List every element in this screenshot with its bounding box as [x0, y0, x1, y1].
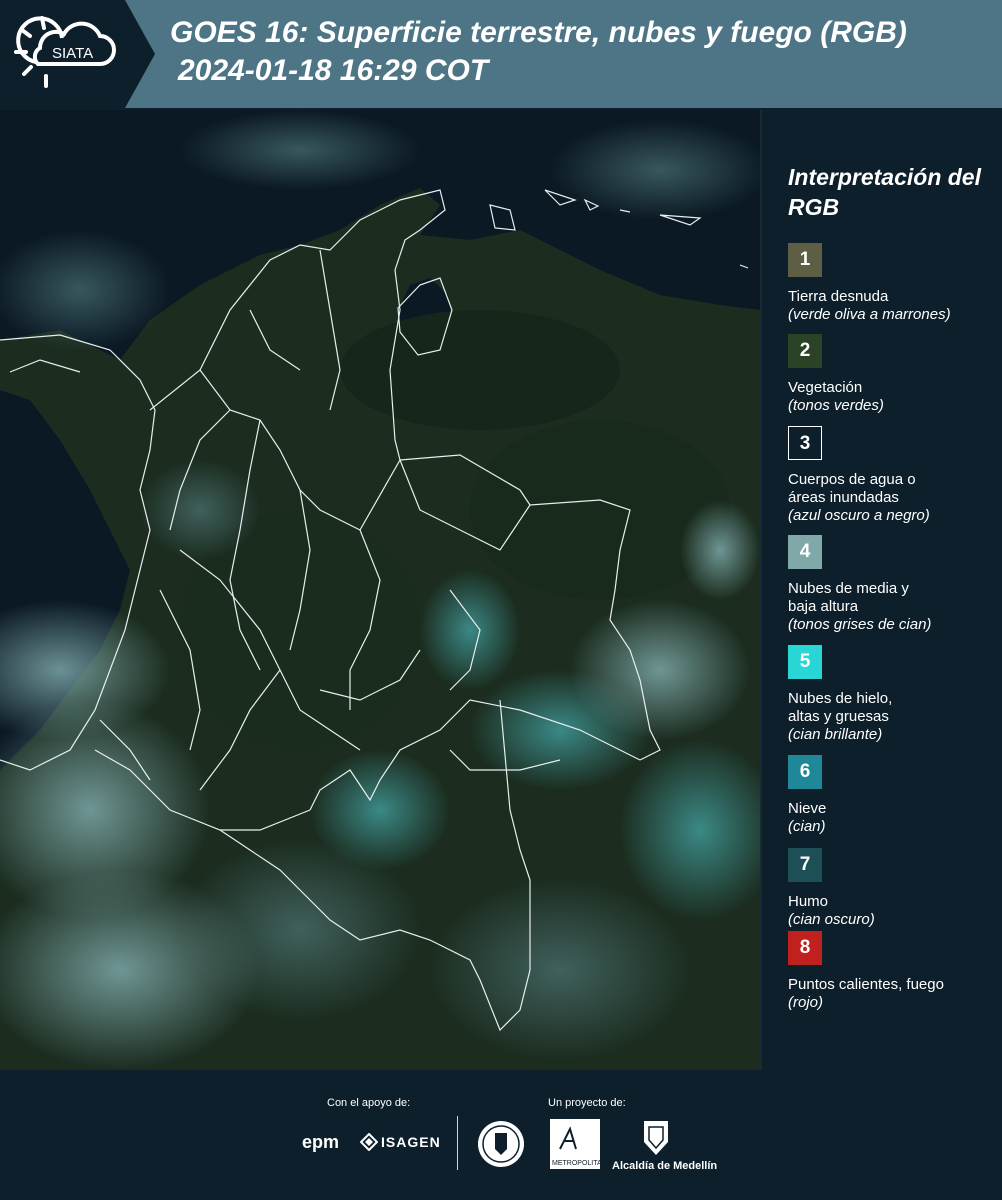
legend-label: Vegetación: [788, 379, 863, 396]
legend-panel: Interpretación del RGB 1 Tierra desnuda (v…: [762, 110, 1002, 1070]
title-line-1: GOES 16: Superficie terrestre, nubes y f…: [170, 16, 907, 49]
legend-description: (azul oscuro a negro): [788, 507, 930, 524]
legend-swatch: 3: [788, 426, 822, 460]
legend-swatch: 5: [788, 645, 822, 679]
legend-title: Interpretación del RGB: [788, 164, 981, 220]
legend-label: Nubes de hielo, altas y gruesas: [788, 690, 893, 725]
legend-item: 5 Nubes de hielo, altas y gruesas (cian br…: [788, 645, 998, 744]
legend-label: Tierra desnuda: [788, 288, 889, 305]
legend-swatch: 8: [788, 931, 822, 965]
legend-description: (cian brillante): [788, 726, 883, 743]
epm-logo: epm: [302, 1132, 340, 1152]
legend-label: Humo: [788, 893, 829, 910]
header: SIATA GOES 16: Superficie terrestre, nub…: [0, 0, 1002, 108]
legend-description: (rojo): [788, 994, 824, 1011]
logo-text: SIATA: [52, 45, 93, 62]
university-seal-icon: [478, 1121, 524, 1167]
legend-description: (cian): [788, 818, 826, 835]
legend-description: (tonos grises de cian): [788, 616, 932, 633]
legend-item: 3 Cuerpos de agua o áreas inundadas (azul …: [788, 426, 998, 525]
legend-label: Cuerpos de agua o áreas inundadas: [788, 471, 916, 506]
title-line-2: 2024-01-18 16:29 COT: [178, 54, 489, 87]
logo-background: SIATA: [0, 0, 155, 108]
legend-item: 2 Vegetación (tonos verdes): [788, 334, 998, 415]
satellite-map[interactable]: [0, 110, 762, 1070]
medellin-seal-icon: [644, 1121, 668, 1155]
legend-description: (tonos verdes): [788, 397, 884, 414]
alcaldia-medellin: Alcaldía de Medellín: [612, 1160, 718, 1172]
footer: Con el apoyo de: Un proyecto de: epm ISA…: [0, 1070, 1002, 1200]
map-canvas: [0, 110, 760, 1070]
legend-item: 8 Puntos calientes, fuego (rojo): [788, 931, 998, 1012]
legend-description: (verde oliva a marrones): [788, 306, 951, 323]
legend-label: Puntos calientes, fuego: [788, 976, 944, 993]
legend-swatch: 1: [788, 243, 822, 277]
legend-description: (cian oscuro): [788, 911, 875, 928]
legend-item: 6 Nieve (cian): [788, 755, 998, 836]
page-title: GOES 16: Superficie terrestre, nubes y f…: [170, 14, 1000, 90]
legend-swatch: 2: [788, 334, 822, 368]
siata-logo: SIATA: [0, 0, 155, 108]
area-metropolitana-sub: METROPOLITANA: [552, 1160, 612, 1167]
legend-label: Nieve: [788, 800, 827, 817]
isagen-logo: ISAGEN: [381, 1134, 441, 1150]
legend-item: 1 Tierra desnuda (verde oliva a marrones): [788, 243, 998, 324]
legend-item: 4 Nubes de media y baja altura (tonos gris…: [788, 535, 998, 634]
isagen-icon: [360, 1133, 378, 1151]
support-label: Con el apoyo de:: [327, 1097, 411, 1109]
footer-divider: [457, 1116, 458, 1170]
legend-label: Nubes de media y baja altura: [788, 580, 909, 615]
legend-item: 7 Humo (cian oscuro): [788, 848, 998, 929]
legend-swatch: 4: [788, 535, 822, 569]
legend-swatch: 6: [788, 755, 822, 789]
legend-swatch: 7: [788, 848, 822, 882]
project-label: Un proyecto de:: [548, 1097, 626, 1109]
